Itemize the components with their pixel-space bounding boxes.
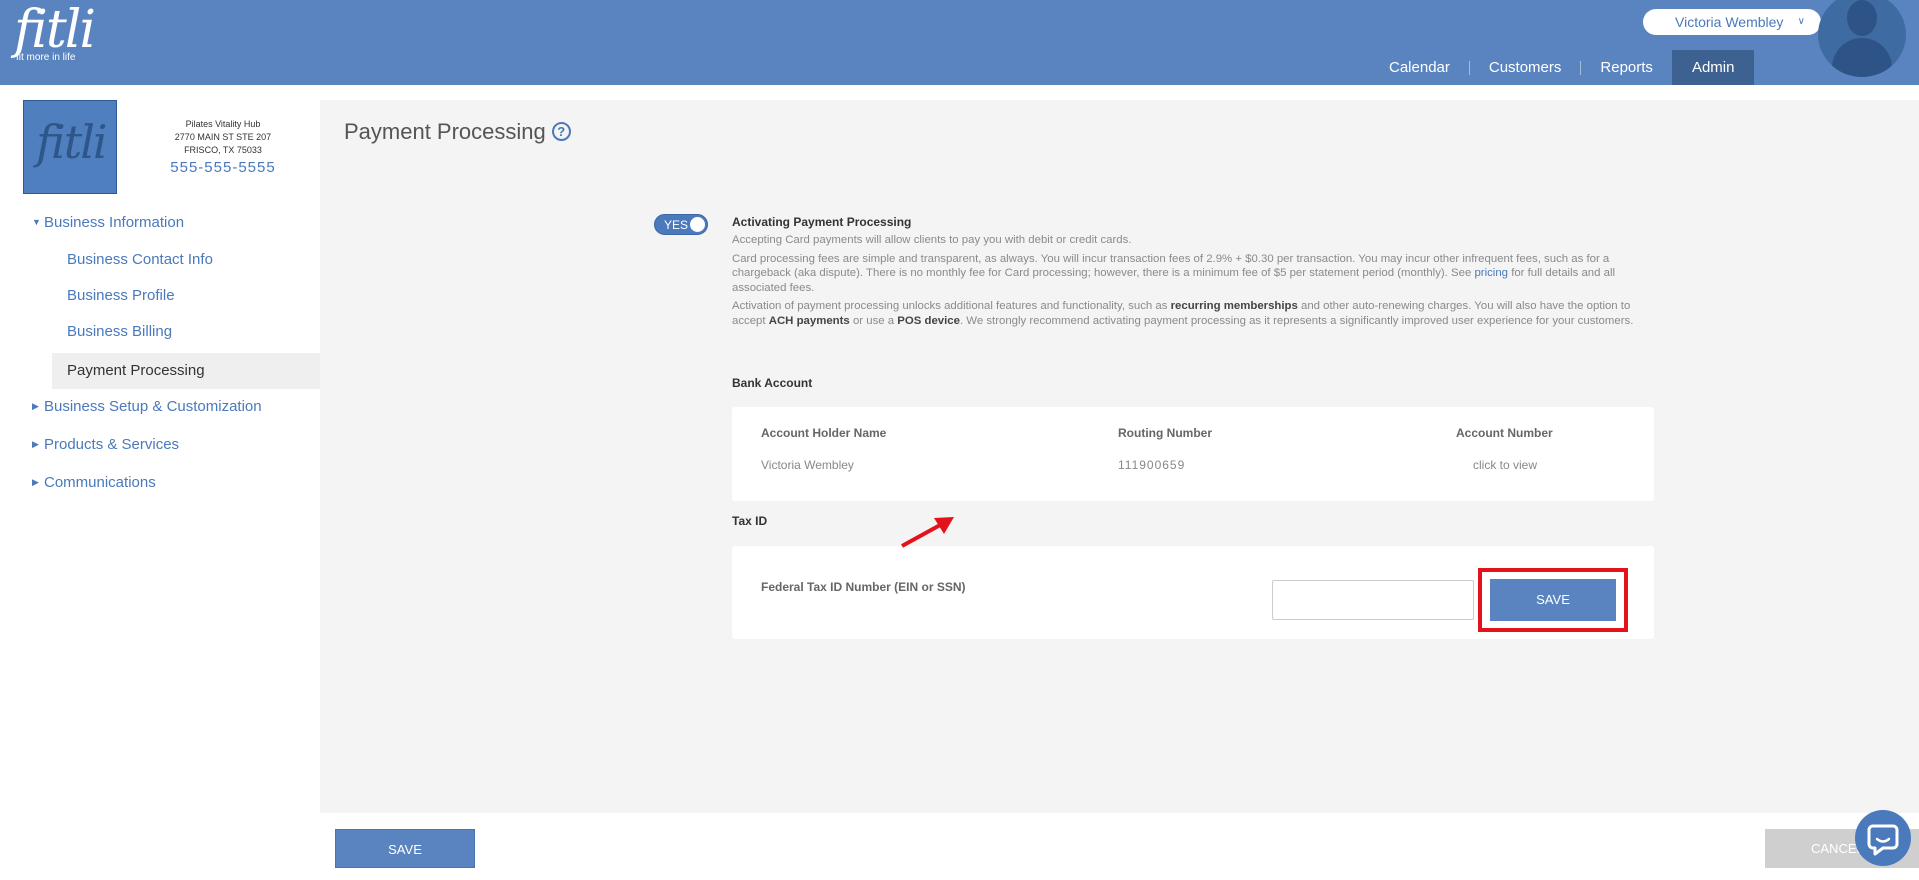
activation-bold-pos: POS device	[897, 314, 960, 327]
federal-tax-id-label: Federal Tax ID Number (EIN or SSN)	[761, 580, 966, 594]
app-logo[interactable]: fitli fit more in life	[14, 0, 96, 63]
help-icon[interactable]: ?	[551, 122, 571, 141]
main-content: Payment Processing? YES Activating Payme…	[320, 100, 1919, 813]
nav-admin[interactable]: Admin	[1671, 50, 1755, 85]
sidebar: fitli Pilates Vitality Hub 2770 MAIN ST …	[0, 85, 320, 880]
sidebar-item-business-profile[interactable]: Business Profile	[67, 287, 175, 304]
user-menu-button[interactable]: Victoria Wembley ∨	[1643, 9, 1821, 35]
intro-text: Accepting Card payments will allow clien…	[732, 234, 1132, 246]
account-number-header: Account Number	[1456, 426, 1553, 440]
sidebar-group-communications[interactable]: ▶ Communications	[32, 474, 156, 491]
account-holder-header: Account Holder Name	[761, 426, 887, 440]
sidebar-item-business-billing[interactable]: Business Billing	[67, 323, 172, 340]
business-logo-text: fitli	[36, 115, 108, 169]
business-address-line2: FRISCO, TX 75033	[184, 145, 262, 155]
user-name: Victoria Wembley	[1675, 14, 1784, 30]
federal-tax-id-input[interactable]	[1272, 580, 1474, 620]
business-address-line1: 2770 MAIN ST STE 207	[174, 132, 272, 142]
page-title: Payment Processing?	[344, 119, 571, 145]
nav-calendar[interactable]: Calendar	[1370, 50, 1469, 85]
activation-bold-recurring: recurring memberships	[1170, 300, 1298, 312]
caret-right-icon: ▶	[32, 439, 39, 449]
business-logo: fitli	[23, 100, 117, 194]
sidebar-group-products-services[interactable]: ▶ Products & Services	[32, 436, 179, 453]
sidebar-item-business-contact-info[interactable]: Business Contact Info	[67, 251, 213, 268]
red-arrow-annotation	[901, 517, 954, 548]
page-title-text: Payment Processing	[344, 119, 546, 144]
logo-wordmark: fitli	[14, 0, 96, 60]
account-holder-value: Victoria Wembley	[761, 458, 854, 472]
sidebar-group-label: Products & Services	[44, 436, 180, 453]
routing-number-header: Routing Number	[1118, 426, 1212, 440]
caret-down-icon: ▼	[32, 217, 41, 227]
chat-bubble-icon	[1867, 824, 1899, 856]
sidebar-group-label: Business Setup & Customization	[44, 398, 262, 415]
nav-reports[interactable]: Reports	[1581, 50, 1672, 85]
sidebar-group-business-setup[interactable]: ▶ Business Setup & Customization	[32, 398, 262, 415]
chevron-down-icon: ∨	[1797, 16, 1805, 27]
tax-id-save-button[interactable]: SAVE	[1490, 579, 1616, 621]
bank-account-heading: Bank Account	[732, 376, 813, 390]
top-bar: fitli fit more in life Victoria Wembley …	[0, 0, 1919, 85]
routing-number-value: 111900659	[1118, 458, 1186, 472]
business-name: Pilates Vitality Hub	[185, 119, 261, 129]
fees-text: Card processing fees are simple and tran…	[732, 252, 1654, 296]
business-info: Pilates Vitality Hub 2770 MAIN ST STE 20…	[150, 118, 296, 178]
footer-save-button[interactable]: SAVE	[335, 829, 475, 868]
avatar-head-shape	[1847, 0, 1877, 36]
sidebar-group-label: Communications	[44, 474, 156, 491]
toggle-knob	[690, 217, 705, 232]
avatar-body-shape	[1832, 38, 1892, 77]
main-nav: Calendar Customers Reports Admin	[1370, 50, 1755, 85]
chat-icon[interactable]	[1855, 810, 1911, 866]
toggle-label: YES	[664, 218, 689, 232]
nav-customers[interactable]: Customers	[1470, 50, 1581, 85]
tax-id-heading: Tax ID	[732, 514, 768, 528]
activating-title: Activating Payment Processing	[732, 215, 912, 229]
sidebar-group-business-information[interactable]: ▼ Business Information	[32, 214, 184, 231]
activation-text-part3: or use a	[852, 314, 895, 327]
pricing-link[interactable]: pricing	[1474, 267, 1508, 279]
save-highlight-box: SAVE	[1478, 568, 1628, 632]
payment-processing-toggle[interactable]: YES	[654, 214, 708, 235]
business-phone[interactable]: 555-555-5555	[150, 158, 296, 178]
activation-text-part1: Activation of payment processing unlocks…	[732, 300, 1168, 312]
activation-text-part4: . We strongly recommend activating payme…	[959, 314, 1634, 327]
activation-text: Activation of payment processing unlocks…	[732, 299, 1654, 328]
activation-bold-ach: ACH payments	[768, 314, 850, 327]
bank-account-card: Account Holder Name Routing Number Accou…	[732, 407, 1654, 501]
caret-right-icon: ▶	[32, 477, 39, 487]
payment-processing-content: Activating Payment Processing Accepting …	[732, 215, 1654, 328]
tax-id-card: Federal Tax ID Number (EIN or SSN) SAVE	[732, 546, 1654, 639]
account-number-view-link[interactable]: click to view	[1473, 458, 1537, 472]
caret-right-icon: ▶	[32, 401, 39, 411]
sidebar-item-payment-processing[interactable]: Payment Processing	[52, 353, 320, 389]
avatar[interactable]	[1818, 0, 1906, 77]
sidebar-group-label: Business Information	[44, 214, 185, 231]
